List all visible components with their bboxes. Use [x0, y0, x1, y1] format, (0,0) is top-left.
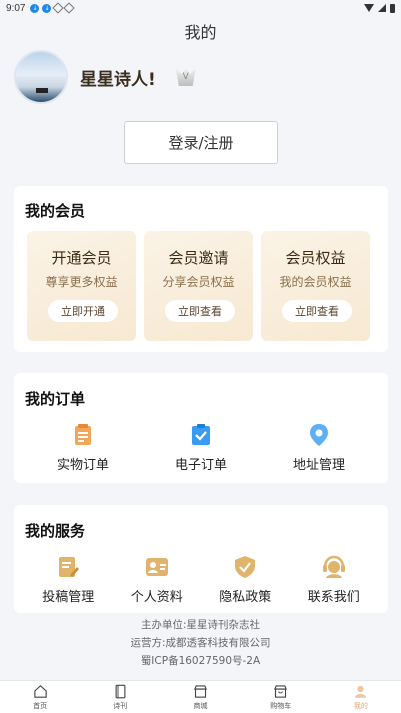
shield-check-icon [233, 555, 257, 579]
digital-orders-item[interactable]: 电子订单 [161, 423, 241, 473]
profile-header: 星星诗人! V [14, 50, 196, 104]
footer-operator: 运营方:成都透客科技有限公司 [130, 637, 271, 649]
tab-label: 首页 [33, 702, 48, 710]
contact-us-label: 联系我们 [307, 590, 360, 605]
vip-tile-subtitle: 我的会员权益 [279, 275, 352, 289]
physical-orders-label: 实物订单 [56, 458, 109, 473]
vip-tile-invite[interactable]: 会员邀请 分享会员权益 立即查看 [144, 231, 253, 341]
notification-icon: ↓ [42, 3, 52, 13]
vip-tile-open[interactable]: 开通会员 尊享更多权益 立即开通 [27, 231, 136, 341]
personal-info-label: 个人资料 [130, 590, 183, 605]
vip-crown-icon: V [175, 68, 196, 86]
user-icon [353, 684, 368, 699]
username: 星星诗人! [80, 69, 156, 90]
notification-icon: ↓ [30, 3, 40, 13]
services-card: 我的服务 投稿管理 个人资料 隐私政策 联系我们 [14, 505, 388, 613]
digital-orders-label: 电子订单 [174, 458, 227, 473]
tab-label: 购物车 [270, 702, 292, 710]
location-pin-icon [307, 423, 331, 447]
submission-management-label: 投稿管理 [42, 590, 95, 605]
submission-management-item[interactable]: 投稿管理 [28, 555, 108, 605]
tab-label: 诗刊 [113, 702, 128, 710]
status-bar: 9:07 ↓ ↓ [0, 0, 401, 16]
bottom-tab-bar: 首页 诗刊 商城 购物车 我的 [0, 680, 401, 713]
tab-magazine[interactable]: 诗刊 [80, 681, 160, 713]
page-title: 我的 [184, 23, 217, 42]
orders-card: 我的订单 实物订单 电子订单 地址管理 [14, 373, 388, 483]
wifi-icon [364, 4, 374, 12]
footer-info: 主办单位:星星诗刊杂志社 运营方:成都透客科技有限公司 蜀ICP备1602759… [0, 616, 401, 670]
physical-orders-item[interactable]: 实物订单 [43, 423, 123, 473]
status-time: 9:07 [6, 2, 26, 14]
customer-service-icon [322, 555, 346, 579]
address-management-item[interactable]: 地址管理 [279, 423, 359, 473]
cart-icon [273, 684, 288, 699]
battery-icon [390, 3, 395, 13]
shop-icon [193, 684, 208, 699]
tab-label: 我的 [353, 702, 368, 710]
clipboard-check-icon [189, 423, 213, 447]
vip-tile-title: 会员邀请 [168, 249, 229, 267]
tab-shop[interactable]: 商城 [160, 681, 240, 713]
tab-home[interactable]: 首页 [0, 681, 80, 713]
vip-tile-title: 开通会员 [51, 249, 112, 267]
open-membership-button[interactable]: 立即开通 [48, 300, 118, 322]
book-icon [113, 684, 128, 699]
vip-tile-subtitle: 尊享更多权益 [45, 275, 118, 289]
orders-title: 我的订单 [25, 390, 86, 408]
login-register-button[interactable]: 登录/注册 [124, 121, 278, 164]
footer-organizer: 主办单位:星星诗刊杂志社 [140, 619, 261, 631]
tab-label: 商城 [193, 702, 208, 710]
view-invite-button[interactable]: 立即查看 [165, 300, 235, 322]
order-list-icon [71, 423, 95, 447]
home-icon [33, 684, 48, 699]
address-management-label: 地址管理 [292, 458, 345, 473]
id-card-icon [145, 555, 169, 579]
vip-tile-title: 会员权益 [285, 249, 346, 267]
cube-icon [63, 2, 76, 14]
edit-document-icon [56, 555, 80, 579]
personal-info-item[interactable]: 个人资料 [117, 555, 197, 605]
view-benefits-button[interactable]: 立即查看 [282, 300, 352, 322]
privacy-policy-label: 隐私政策 [219, 590, 272, 605]
membership-title: 我的会员 [25, 202, 86, 220]
tab-me[interactable]: 我的 [321, 681, 401, 713]
vip-tile-benefits[interactable]: 会员权益 我的会员权益 立即查看 [261, 231, 370, 341]
tab-cart[interactable]: 购物车 [241, 681, 321, 713]
vip-tile-subtitle: 分享会员权益 [162, 275, 235, 289]
footer-icp: 蜀ICP备16027590号-2A [140, 655, 261, 667]
contact-us-item[interactable]: 联系我们 [294, 555, 374, 605]
privacy-policy-item[interactable]: 隐私政策 [205, 555, 285, 605]
signal-icon [378, 4, 386, 12]
membership-card: 我的会员 开通会员 尊享更多权益 立即开通 会员邀请 分享会员权益 立即查看 会… [14, 186, 388, 352]
avatar[interactable] [14, 50, 68, 104]
services-title: 我的服务 [25, 522, 86, 540]
